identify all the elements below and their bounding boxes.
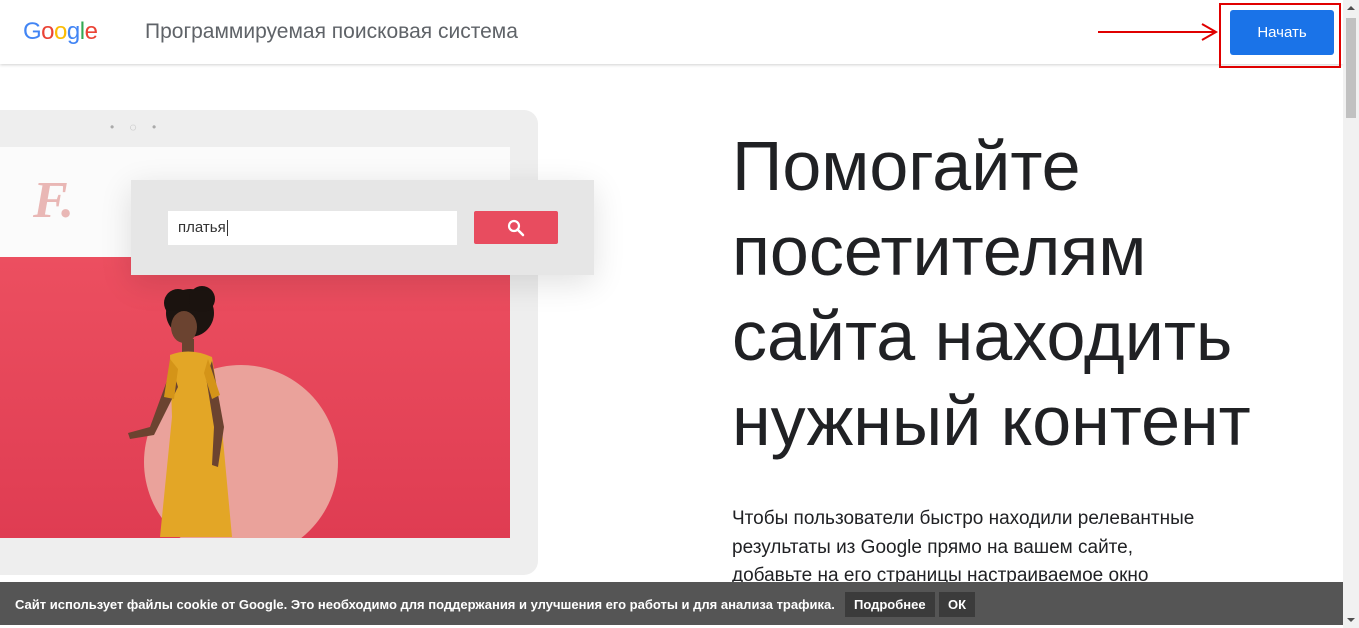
cookie-ok-button[interactable]: ОК [939,592,976,617]
cookie-more-button[interactable]: Подробнее [845,592,935,617]
logo-letter: g [66,18,80,45]
scroll-down-arrow-icon[interactable] [1343,612,1359,628]
search-icon [507,219,525,237]
hero-heading: Помогайте посетителям сайта находить нуж… [732,124,1312,464]
woman-illustration [128,286,232,537]
search-widget: платья [131,180,594,275]
page: Google Программируемая поисковая система… [0,0,1359,628]
hero-line: посетителям [732,212,1147,290]
hero-description: Чтобы пользователи быстро находили релев… [732,505,1252,591]
cookie-banner: Сайт использует файлы cookie от Google. … [0,582,1343,625]
logo-letter: e [84,18,98,45]
text-caret [226,220,228,237]
scrollbar-thumb[interactable] [1346,18,1356,118]
description-line: Чтобы пользователи быстро находили релев… [732,508,1195,529]
red-highlight-annotation [1219,3,1341,68]
search-button[interactable] [474,211,558,244]
cookie-text: Сайт использует файлы cookie от Google. … [15,597,835,612]
search-query: платья [178,219,226,236]
logo-letter: o [41,18,55,45]
site-logo: F. [33,172,74,229]
search-input[interactable]: платья [168,211,457,245]
google-logo[interactable]: Google [23,18,98,46]
hero-line: сайта находить [732,297,1233,375]
logo-letter: o [54,18,67,45]
vertical-scrollbar[interactable] [1343,0,1359,628]
logo-letter: G [23,18,42,45]
camera-icon: • ◌ • [110,120,163,134]
product-title: Программируемая поисковая система [145,20,518,43]
scroll-up-arrow-icon[interactable] [1343,0,1359,16]
description-line: результаты из Google прямо на вашем сайт… [732,536,1134,558]
hero-line: нужный контент [732,382,1251,460]
top-header: Google Программируемая поисковая система… [0,0,1343,64]
hero-line: Помогайте [732,127,1081,205]
red-arrow-annotation [1098,23,1219,41]
